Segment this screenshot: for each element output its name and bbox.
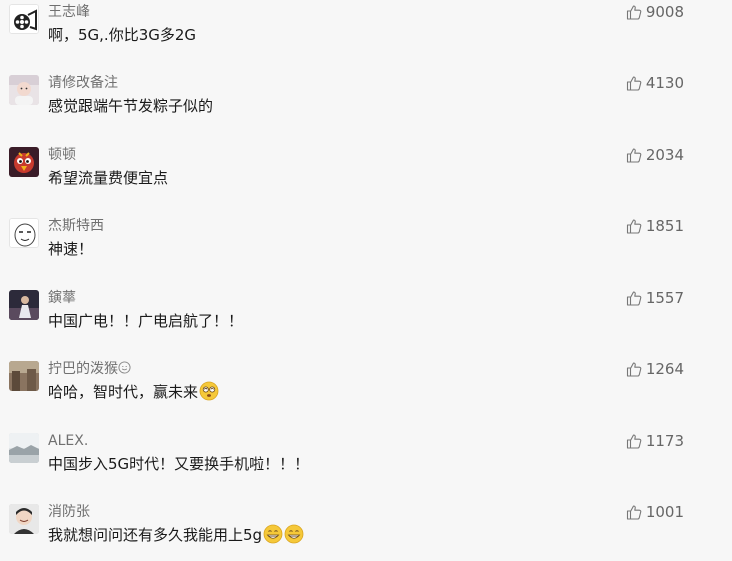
avatar[interactable]: [9, 290, 39, 320]
like-count: 1557: [645, 289, 684, 307]
avatar[interactable]: [9, 504, 39, 534]
comment-text: 中国步入5G时代！又要换手机啦！！！: [48, 453, 309, 475]
comment-text: 啊，5G,.你比3G多2G: [48, 24, 196, 46]
thumbs-up-icon: [626, 219, 642, 234]
comment-text-content: 啊，5G,.你比3G多2G: [48, 26, 197, 44]
like-count: 1264: [645, 360, 684, 378]
like-count: 4130: [645, 74, 684, 92]
man-photo-avatar: [9, 504, 39, 534]
comment-item: 杰斯特西 神速！ 1851: [0, 215, 732, 275]
comment-text-content: 哈哈，智时代，赢未来: [48, 383, 199, 401]
comment-author[interactable]: 消防张: [48, 502, 90, 522]
like-count: 1001: [645, 503, 684, 521]
thumbs-up-icon: [626, 434, 642, 449]
comment-item: 王志峰 啊，5G,.你比3G多2G 9008: [0, 1, 732, 61]
thumbs-up-icon: [626, 291, 642, 306]
comment-author[interactable]: 杰斯特西: [48, 216, 104, 236]
thumbs-up-icon: [626, 76, 642, 91]
film-reel-avatar: [10, 5, 38, 33]
avatar[interactable]: [9, 75, 39, 105]
avatar[interactable]: [9, 4, 39, 34]
comment-item: 消防张 我就想问问还有多久我能用上5g 1001: [0, 501, 732, 561]
thumbs-up-icon: [626, 362, 642, 377]
comment-item: 拧巴的泼猴 哈哈，智时代，赢未来 1264: [0, 358, 732, 418]
comment-author: 拧巴的泼猴: [48, 359, 131, 379]
comment-text-content: 我就想问问还有多久我能用上5g: [48, 526, 263, 544]
thumbs-up-icon: [626, 5, 642, 20]
comment-text-content: 希望流量费便宜点: [48, 169, 169, 187]
comment-text: 中国广电！！广电启航了！！: [48, 310, 243, 332]
comment-text: 感觉跟端午节发粽子似的: [48, 95, 213, 117]
baby-photo-avatar: [9, 75, 39, 105]
like-button[interactable]: 1001: [626, 502, 684, 522]
like-button[interactable]: 1264: [626, 359, 684, 379]
comment-text: 神速！: [48, 238, 93, 260]
thumbs-up-icon: [626, 148, 642, 163]
like-button[interactable]: 4130: [626, 73, 684, 93]
comment-text: 希望流量费便宜点: [48, 167, 168, 189]
grinning-face-emoji: [263, 524, 283, 544]
avatar[interactable]: [9, 218, 39, 248]
comment-item: 请修改备注 感觉跟端午节发粽子似的 4130: [0, 72, 732, 132]
comment-text-content: 中国广电！！广电启航了！！: [48, 312, 244, 330]
comment-list: 王志峰 啊，5G,.你比3G多2G 9008 请修改备注 感觉跟端午节发粽子似的…: [0, 0, 732, 552]
avatar[interactable]: [9, 433, 39, 463]
smiling-face-emoji: [118, 361, 131, 374]
like-count: 1173: [645, 432, 684, 450]
comment-text-content: 感觉跟端午节发粽子似的: [48, 97, 214, 115]
comment-text-content: 神速！: [48, 240, 94, 258]
comment-author[interactable]: 请修改备注: [48, 73, 118, 93]
like-button[interactable]: 1173: [626, 431, 684, 451]
comment-author[interactable]: ALEX.: [48, 431, 88, 451]
comment-author-name[interactable]: 拧巴的泼猴: [48, 361, 118, 377]
comment-author[interactable]: 王志峰: [48, 2, 90, 22]
like-count: 1851: [645, 217, 684, 235]
dizzy-face-emoji: [199, 381, 219, 401]
comment-item: 鏔蕐 中国广电！！广电启航了！！ 1557: [0, 287, 732, 347]
avatar[interactable]: [9, 361, 39, 391]
like-count: 2034: [645, 146, 684, 164]
comment-item: ALEX. 中国步入5G时代！又要换手机啦！！！ 1173: [0, 430, 732, 490]
performer-photo-avatar: [9, 290, 39, 320]
comment-text: 我就想问问还有多久我能用上5g: [48, 524, 304, 546]
avatar[interactable]: [9, 147, 39, 177]
cartoon-bird-avatar: [9, 147, 39, 177]
thumbs-up-icon: [626, 505, 642, 520]
grinning-face-emoji: [284, 524, 304, 544]
comment-text-content: 中国步入5G时代！又要换手机啦！！！: [48, 455, 310, 473]
comment-author[interactable]: 顿顿: [48, 145, 76, 165]
street-photo-avatar: [9, 361, 39, 391]
comment-author[interactable]: 鏔蕐: [48, 288, 76, 308]
like-button[interactable]: 1557: [626, 288, 684, 308]
like-button[interactable]: 2034: [626, 145, 684, 165]
meme-face-avatar: [10, 219, 38, 247]
comment-text: 哈哈，智时代，赢未来: [48, 381, 219, 403]
like-button[interactable]: 1851: [626, 216, 684, 236]
like-count: 9008: [645, 3, 684, 21]
landscape-photo-avatar: [9, 433, 39, 463]
like-button[interactable]: 9008: [626, 2, 684, 22]
comment-item: 顿顿 希望流量费便宜点 2034: [0, 144, 732, 204]
